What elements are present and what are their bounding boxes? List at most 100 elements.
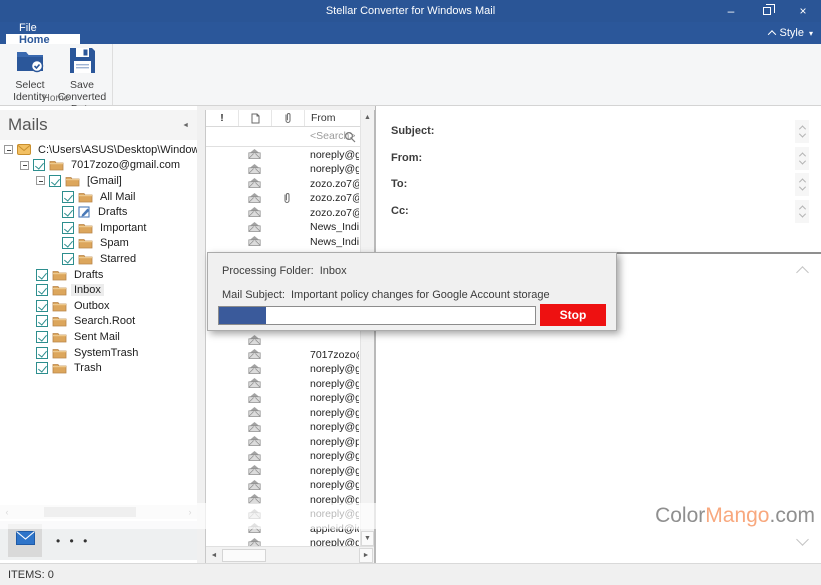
mail-row[interactable]: noreply@glasso <box>206 376 360 391</box>
mail-row[interactable]: noreply@glasso <box>206 147 360 162</box>
field-label: To: <box>391 178 407 190</box>
checkbox[interactable] <box>36 315 48 327</box>
checkbox[interactable] <box>62 222 74 234</box>
mail-row[interactable]: noreply@glasso <box>206 405 360 420</box>
scroll-right-button[interactable]: ► <box>359 548 373 563</box>
processing-folder-value: Inbox <box>320 265 347 277</box>
mail-row[interactable]: noreply@glasso <box>206 463 360 478</box>
restore-button[interactable] <box>749 0 785 22</box>
tree-item[interactable]: 7017zozo@gmail.com <box>0 158 197 174</box>
tree-item[interactable]: SystemTrash <box>0 345 197 361</box>
envelope-icon <box>248 436 261 446</box>
field-scrollbar[interactable] <box>795 173 809 196</box>
progress-bar <box>218 306 536 325</box>
envelope-icon <box>248 164 261 174</box>
tree-item[interactable]: Starred <box>0 251 197 267</box>
mail-row[interactable]: noreply@glasso <box>206 162 360 177</box>
mail-row[interactable]: noreply@glasso <box>206 478 360 493</box>
style-control[interactable]: Style ▾ <box>769 22 813 44</box>
field-scrollbar[interactable] <box>795 147 809 170</box>
expander-icon[interactable] <box>4 145 13 154</box>
folder-icon <box>52 331 67 343</box>
chevron-down-icon[interactable] <box>798 131 805 138</box>
mail-row[interactable]: zozo.zo7@iclou <box>206 205 360 220</box>
chevron-down-icon[interactable] <box>798 184 805 191</box>
mail-row[interactable]: News_India@li <box>206 220 360 235</box>
panel-splitter[interactable] <box>197 106 205 563</box>
mail-row[interactable]: noreply@glasso <box>206 420 360 435</box>
collapse-ribbon-icon[interactable] <box>767 30 775 38</box>
close-button[interactable]: × <box>785 0 821 22</box>
chevron-down-icon[interactable] <box>798 210 805 217</box>
mail-row[interactable]: noreply@glasso <box>206 449 360 464</box>
folder-icon <box>52 315 67 327</box>
checkbox[interactable] <box>49 175 61 187</box>
mail-row[interactable]: noreply@glasso <box>206 391 360 406</box>
chevron-down-icon[interactable] <box>796 533 809 546</box>
checkbox[interactable] <box>36 362 48 374</box>
tree-item[interactable]: Spam <box>0 236 197 252</box>
field-scrollbar[interactable] <box>795 120 809 143</box>
minimize-button[interactable]: – <box>713 0 749 22</box>
checkbox[interactable] <box>62 253 74 265</box>
tree-item[interactable]: Drafts <box>0 267 197 283</box>
search-icon <box>344 131 356 143</box>
checkbox[interactable] <box>36 331 48 343</box>
checkbox[interactable] <box>33 159 45 171</box>
mail-row[interactable]: zozo.zo7@iclou <box>206 191 360 206</box>
checkbox[interactable] <box>36 347 48 359</box>
scroll-left-button[interactable]: ◄ <box>207 548 221 563</box>
tree-item[interactable]: Inbox <box>0 282 197 298</box>
chevron-down-icon[interactable] <box>798 157 805 164</box>
tree-item[interactable]: Drafts <box>0 204 197 220</box>
mail-row[interactable] <box>206 333 360 348</box>
panel-collapse-icon[interactable]: ◄ <box>182 122 189 129</box>
scroll-down-button[interactable]: ▼ <box>361 531 374 546</box>
window-controls: – × <box>713 0 821 22</box>
tree-item[interactable]: Sent Mail <box>0 329 197 345</box>
application-window: Stellar Converter for Windows Mail – × F… <box>0 0 821 585</box>
tree-item[interactable]: Search.Root <box>0 314 197 330</box>
expander-icon[interactable] <box>20 161 29 170</box>
importance-column-header[interactable]: ! <box>206 110 239 126</box>
tree-item[interactable]: Important <box>0 220 197 236</box>
mail-row[interactable]: News_India@li <box>206 234 360 249</box>
mail-row[interactable]: noreply@glasso <box>206 362 360 377</box>
stop-button[interactable]: Stop <box>540 304 606 326</box>
tree-item[interactable]: Outbox <box>0 298 197 314</box>
scrollbar-thumb[interactable] <box>222 549 266 562</box>
mail-from: noreply@glasso <box>310 407 359 419</box>
mail-row[interactable]: zozo.zo7@iclou <box>206 176 360 191</box>
tree-item[interactable]: C:\Users\ASUS\Desktop\Windows Mail <box>0 142 197 158</box>
mail-list-horizontal-scrollbar[interactable]: ◄ ► <box>206 546 374 563</box>
checkbox[interactable] <box>36 300 48 312</box>
tree-item[interactable]: [Gmail] <box>0 173 197 189</box>
mail-from: noreply@glasso <box>310 149 359 161</box>
checkbox[interactable] <box>62 206 74 218</box>
menu-bar: File Home View Tools Activation Help Buy… <box>0 22 821 44</box>
mail-from: noreply@glasso <box>310 450 359 462</box>
overflow-dots-icon[interactable]: • • • <box>56 534 90 548</box>
envelope-icon <box>248 193 261 203</box>
tree-item[interactable]: Trash <box>0 360 197 376</box>
envelope-icon <box>248 465 261 475</box>
processing-folder-line: Processing Folder:Inbox <box>222 265 347 277</box>
mail-row[interactable]: 7017zozo@gm <box>206 347 360 362</box>
mail-row[interactable]: noreply@promo <box>206 434 360 449</box>
search-row[interactable]: <Search> <box>206 127 360 147</box>
mail-row[interactable]: noreply@glasso <box>206 536 360 547</box>
checkbox[interactable] <box>62 237 74 249</box>
field-scrollbar[interactable] <box>795 200 809 223</box>
menu-tab[interactable]: File <box>6 22 80 34</box>
checkbox[interactable] <box>36 284 48 296</box>
item-type-column-header[interactable] <box>239 110 272 126</box>
envelope-icon <box>248 222 261 232</box>
scroll-up-button[interactable]: ▲ <box>361 110 374 125</box>
attachment-column-header[interactable] <box>272 110 305 126</box>
tree-item[interactable]: All Mail <box>0 189 197 205</box>
expander-icon[interactable] <box>36 176 45 185</box>
from-column-header[interactable]: From <box>305 110 360 126</box>
checkbox[interactable] <box>62 191 74 203</box>
chevron-up-icon[interactable] <box>796 266 809 279</box>
checkbox[interactable] <box>36 269 48 281</box>
